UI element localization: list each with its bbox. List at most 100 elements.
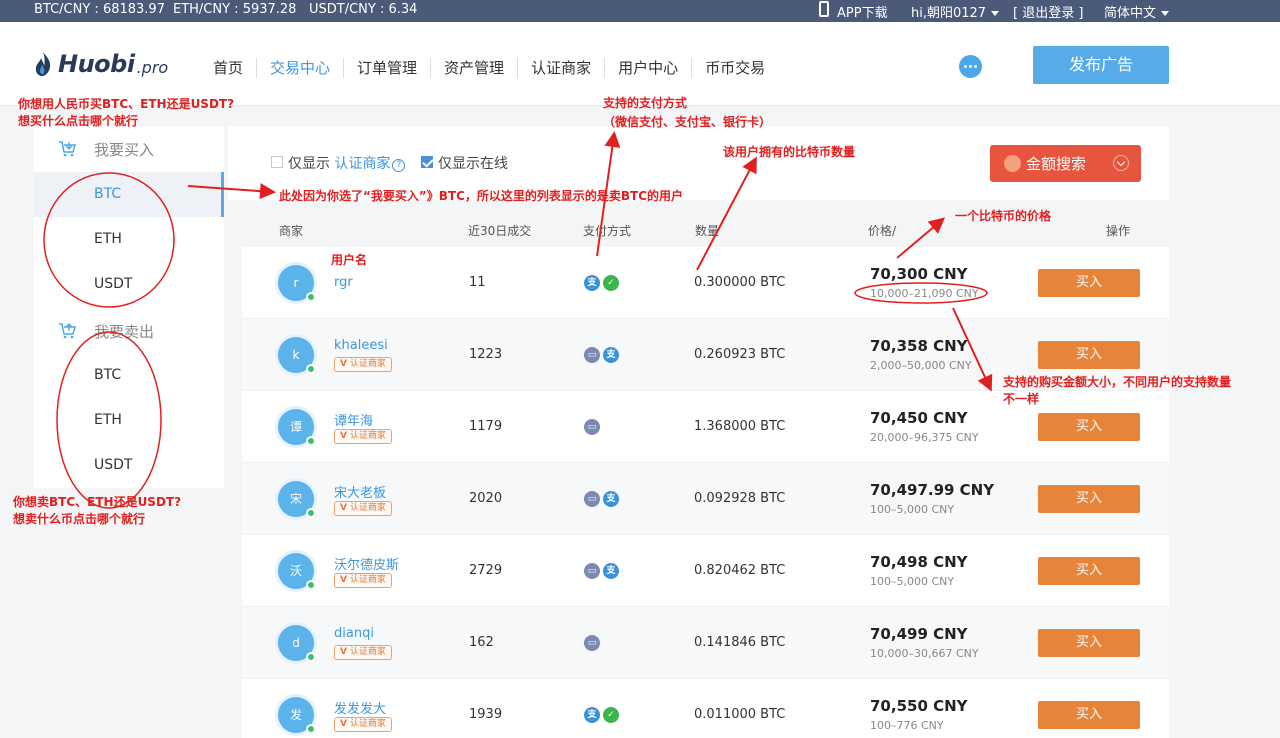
chat-icon[interactable] — [959, 55, 982, 78]
annotation-list-note: 此处因为你选了“我要买入”》BTC，所以这里的列表显示的是卖BTC的用户 — [279, 189, 684, 203]
logo[interactable]: Huobi .pro — [34, 50, 168, 78]
logout-link[interactable]: [ 退出登录 ] — [1013, 2, 1083, 21]
merchant-name-link[interactable]: rgr — [334, 275, 353, 290]
avatar-initial: 谭 — [289, 420, 302, 434]
certified-only-checkbox[interactable] — [271, 156, 283, 168]
purchase-limit: 10,000–30,667 CNY — [870, 647, 979, 660]
buy-button[interactable]: 买入 — [1038, 341, 1140, 369]
avatar[interactable]: 谭 — [275, 406, 317, 448]
certified-merchant-link[interactable]: 认证商家 — [334, 156, 390, 172]
nav-coin-trading[interactable]: 币币交易 — [692, 58, 778, 78]
annotation-sell-line-1: 你想卖BTC、ETH还是USDT? — [13, 495, 182, 509]
sell-heading: 我要卖出 — [34, 311, 224, 351]
btc-amount: 0.092928 BTC — [694, 491, 786, 506]
amount-search-label: 金额搜索 — [1026, 155, 1087, 173]
alipay-icon: 支 — [603, 347, 619, 363]
unit-price: 70,498 CNY — [870, 553, 968, 571]
alipay-icon: 支 — [603, 491, 619, 507]
certified-badge: V 认证商家 — [334, 717, 392, 732]
user-menu[interactable]: hi,朝阳0127 — [911, 2, 1000, 21]
certified-badge: V 认证商家 — [334, 357, 392, 372]
online-status-dot — [306, 580, 316, 590]
col-amount: 数量 — [695, 224, 720, 238]
unit-price: 70,300 CNY — [870, 265, 968, 283]
avatar[interactable]: 宋 — [275, 478, 317, 520]
payment-methods: 支 ✓ — [584, 707, 622, 723]
sidebar: 我要买入 BTC ETH USDT 我要卖出 BTC ETH USDT — [34, 126, 224, 488]
merchant-name-link[interactable]: 谭年海 — [334, 410, 373, 429]
avatar[interactable]: 沃 — [275, 550, 317, 592]
sidebar-item-sell-usdt[interactable]: USDT — [34, 443, 224, 488]
online-status-dot — [306, 724, 316, 734]
certified-badge-label: 认证商家 — [349, 359, 386, 369]
trade-count: 11 — [469, 275, 486, 290]
annotation-sell-line-2: 想卖什么币点击哪个就行 — [13, 512, 146, 526]
annotation-price: 一个比特币的价格 — [955, 209, 1052, 223]
certified-badge: V 认证商家 — [334, 501, 392, 516]
merchant-name-link[interactable]: khaleesi — [334, 338, 388, 353]
ticker-usdt: USDT/CNY : 6.34 — [309, 2, 418, 17]
cart-buy-icon — [59, 141, 76, 157]
app-download-link[interactable]: APP下载 — [837, 2, 888, 21]
merchant-name-link[interactable]: 宋大老板 — [334, 482, 386, 501]
verified-v-icon: V — [340, 503, 347, 513]
publish-ad-button[interactable]: 发布广告 — [1033, 46, 1169, 84]
verified-v-icon: V — [340, 575, 347, 585]
sidebar-item-sell-eth[interactable]: ETH — [34, 398, 224, 443]
buy-button[interactable]: 买入 — [1038, 485, 1140, 513]
coin-icon — [1004, 155, 1021, 172]
sidebar-item-buy-usdt[interactable]: USDT — [34, 262, 224, 307]
trade-count: 1939 — [469, 707, 503, 722]
cart-sell-icon — [59, 323, 76, 339]
chevron-down-icon — [1161, 11, 1170, 16]
avatar[interactable]: d — [275, 622, 317, 664]
bank-icon: ▭ — [584, 491, 600, 507]
table-row: r rgr 11 支 ✓ 0.300000 BTC 70,300 CNY 10,000–21,… — [242, 247, 1169, 319]
buy-button[interactable]: 买入 — [1038, 557, 1140, 585]
sidebar-item-buy-eth[interactable]: ETH — [34, 217, 224, 262]
alipay-icon: 支 — [603, 563, 619, 579]
table-row: 沃沃尔德皮斯 V 认证商家 2729 ▭ 支 0.820462 BTC 70,498 CNY… — [242, 535, 1169, 607]
annotation-sell-question: 你想卖BTC、ETH还是USDT? 想卖什么币点击哪个就行 — [13, 494, 181, 528]
unit-price: 70,499 CNY — [870, 625, 968, 643]
chevron-down-icon — [1113, 155, 1129, 171]
unit-price: 70,358 CNY — [870, 337, 968, 355]
bank-icon: ▭ — [584, 419, 600, 435]
merchant-name-link[interactable]: dianqi — [334, 626, 374, 641]
btc-amount: 1.368000 BTC — [694, 419, 786, 434]
wechat-icon: ✓ — [603, 707, 619, 723]
annotation-payment-methods: 支持的支付方式 （微信支付、支付宝、银行卡） — [603, 95, 771, 131]
avatar-initial: 宋 — [289, 492, 302, 506]
unit-price: 70,550 CNY — [870, 697, 968, 715]
buy-button[interactable]: 买入 — [1038, 629, 1140, 657]
nav-assets[interactable]: 资产管理 — [431, 58, 519, 78]
btc-amount: 0.300000 BTC — [694, 275, 786, 290]
avatar[interactable]: 发 — [275, 694, 317, 736]
buy-button[interactable]: 买入 — [1038, 269, 1140, 297]
online-only-checkbox[interactable] — [421, 156, 433, 168]
buy-button[interactable]: 买入 — [1038, 413, 1140, 441]
avatar[interactable]: k — [275, 334, 317, 376]
user-name: hi,朝阳0127 — [911, 6, 987, 21]
payment-methods: ▭ — [584, 635, 603, 651]
merchant-name-link[interactable]: 沃尔德皮斯 — [334, 554, 399, 573]
sidebar-item-sell-btc[interactable]: BTC — [34, 353, 224, 398]
phone-icon — [819, 1, 829, 17]
avatar[interactable]: r — [275, 262, 317, 304]
nav-home[interactable]: 首页 — [200, 58, 258, 78]
language-menu[interactable]: 简体中文 — [1104, 2, 1170, 21]
online-status-dot — [306, 364, 316, 374]
amount-search-button[interactable]: 金额搜索 — [990, 145, 1141, 182]
col-action: 操作 — [1106, 224, 1131, 238]
nav-user-center[interactable]: 用户中心 — [605, 58, 693, 78]
verified-v-icon: V — [340, 431, 347, 441]
certified-badge: V 认证商家 — [334, 645, 392, 660]
help-icon[interactable]: ? — [392, 159, 406, 172]
btc-amount: 0.011000 BTC — [694, 707, 786, 722]
buy-button[interactable]: 买入 — [1038, 701, 1140, 729]
nav-trade-center[interactable]: 交易中心 — [257, 58, 345, 78]
sidebar-item-buy-btc[interactable]: BTC — [34, 172, 224, 217]
nav-merchants[interactable]: 认证商家 — [518, 58, 606, 78]
nav-orders[interactable]: 订单管理 — [344, 58, 432, 78]
merchant-name-link[interactable]: 发发发大 — [334, 698, 386, 717]
